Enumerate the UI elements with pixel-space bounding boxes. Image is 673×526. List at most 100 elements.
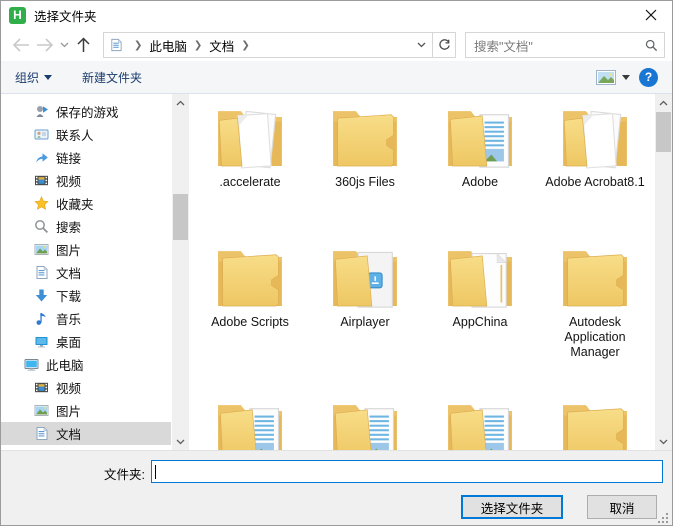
sidebar-item-label: 下载	[56, 290, 82, 304]
videos-icon	[35, 175, 48, 186]
sidebar-item-2[interactable]: 链接	[1, 146, 171, 169]
folder-item[interactable]: 360js Files	[312, 102, 418, 190]
sidebar-item-label: 此电脑	[46, 359, 84, 373]
new-folder-button[interactable]: 新建文件夹	[82, 69, 142, 86]
folder-item[interactable]: AppChina	[427, 242, 533, 330]
breadcrumb-item[interactable]: 文档	[209, 36, 234, 55]
sidebar-item-14[interactable]: 文档	[1, 422, 171, 445]
sidebar-item-13[interactable]: 图片	[1, 399, 171, 422]
breadcrumb: ❯ 此电脑 ❯ 文档 ❯	[127, 33, 410, 57]
search-icon[interactable]	[645, 39, 658, 52]
folder-item[interactable]: Adobe Acrobat8.1	[542, 102, 648, 190]
sidebar-item-11[interactable]: 此电脑	[1, 353, 171, 376]
folder-item-partial[interactable]	[197, 396, 303, 450]
forward-button[interactable]	[33, 33, 57, 57]
thumbnail-view-icon	[596, 69, 616, 85]
recent-locations-button[interactable]	[57, 33, 71, 57]
folder-item[interactable]: Adobe	[427, 102, 533, 190]
sidebar-item-1[interactable]: 联系人	[1, 123, 171, 146]
folder-item[interactable]: Airplayer	[312, 242, 418, 330]
folder-name: AppChina	[452, 315, 508, 329]
folder-name: Autodesk Application Manager	[564, 315, 626, 359]
cancel-button[interactable]: 取消	[587, 495, 657, 519]
scroll-down-icon[interactable]	[655, 433, 672, 450]
toolbar-right-group: ?	[596, 67, 658, 87]
dropdown-triangle-icon	[622, 74, 630, 80]
help-button[interactable]: ?	[639, 67, 658, 87]
scroll-up-icon[interactable]	[172, 94, 189, 111]
back-button[interactable]	[9, 33, 33, 57]
sidebar-item-8[interactable]: 下载	[1, 284, 171, 307]
sidebar-item-label: 链接	[56, 152, 82, 166]
sidebar-item-label: 文档	[56, 267, 82, 281]
sidebar-item-label: 音乐	[56, 313, 82, 327]
address-bar[interactable]: ❯ 此电脑 ❯ 文档 ❯	[103, 32, 456, 58]
refresh-button[interactable]	[432, 33, 455, 57]
close-button[interactable]	[642, 6, 660, 24]
folder-name: .accelerate	[219, 175, 281, 189]
sidebar-item-9[interactable]: 音乐	[1, 307, 171, 330]
sidebar-item-7[interactable]: 文档	[1, 261, 171, 284]
breadcrumb-item[interactable]: 此电脑	[149, 36, 187, 55]
folder-item[interactable]: .accelerate	[197, 102, 303, 190]
select-folder-button[interactable]: 选择文件夹	[461, 495, 563, 519]
title-bar: H 选择文件夹	[1, 1, 672, 29]
sidebar-item-3[interactable]: 视频	[1, 169, 171, 192]
sidebar-item-label: 视频	[56, 175, 82, 189]
navigation-bar: ❯ 此电脑 ❯ 文档 ❯ 搜索"文档"	[1, 29, 672, 61]
sidebar-item-label: 联系人	[56, 129, 94, 143]
sidebar-item-4[interactable]: 收藏夹	[1, 192, 171, 215]
text-caret	[155, 464, 156, 479]
folder-item-partial[interactable]	[312, 396, 418, 450]
pictures-icon	[34, 244, 49, 255]
dialog-footer: 文件夹: 选择文件夹 取消	[1, 450, 672, 525]
folder-grid: .accelerate 360js Files Adobe Adobe Acro…	[191, 94, 672, 450]
sidebar-item-5[interactable]: 搜索	[1, 215, 171, 238]
change-view-button[interactable]	[596, 69, 630, 85]
dropdown-triangle-icon	[44, 74, 53, 80]
up-button[interactable]	[71, 33, 95, 57]
sidebar-scrollbar[interactable]	[172, 94, 189, 450]
folder-name-input[interactable]	[151, 460, 663, 483]
sidebar-item-0[interactable]: 保存的游戏	[1, 100, 171, 123]
breadcrumb-separator-icon: ❯	[134, 39, 143, 51]
videos-icon	[35, 382, 48, 393]
folder-name: Airplayer	[340, 315, 390, 329]
links-icon	[36, 153, 48, 163]
favorites-icon	[34, 196, 49, 210]
chevron-down-icon	[417, 42, 425, 48]
back-arrow-icon	[12, 38, 29, 52]
folder-name: Adobe Scripts	[211, 315, 289, 329]
organize-label: 组织	[15, 70, 40, 85]
breadcrumb-separator-icon: ❯	[241, 39, 250, 51]
refresh-icon	[438, 38, 450, 50]
folder-item-partial[interactable]	[542, 396, 648, 450]
folder-item-partial[interactable]	[427, 396, 533, 450]
scroll-up-icon[interactable]	[655, 94, 672, 111]
main-scroll-thumb[interactable]	[656, 112, 671, 152]
sidebar-item-12[interactable]: 视频	[1, 376, 171, 399]
main-scrollbar[interactable]	[655, 94, 672, 450]
folder-name: 360js Files	[335, 175, 395, 189]
sidebar-item-label: 桌面	[56, 336, 82, 350]
location-document-icon	[109, 37, 123, 53]
documents-icon	[36, 265, 48, 279]
folder-name: Adobe	[461, 175, 499, 189]
address-dropdown-button[interactable]	[410, 33, 432, 57]
desktop-icon	[35, 337, 48, 348]
folder-item[interactable]: Adobe Scripts	[197, 242, 303, 330]
resize-grip[interactable]	[658, 513, 669, 524]
up-arrow-icon	[76, 37, 90, 52]
new-folder-label: 新建文件夹	[82, 70, 143, 85]
search-box[interactable]: 搜索"文档"	[465, 32, 665, 58]
this-pc-icon	[24, 359, 39, 371]
sidebar-item-label: 图片	[56, 244, 82, 258]
breadcrumb-separator-icon: ❯	[193, 39, 203, 51]
organize-menu-button[interactable]: 组织	[15, 69, 53, 86]
sidebar-item-10[interactable]: 桌面	[1, 330, 171, 353]
sidebar-item-label: 视频	[56, 382, 82, 396]
folder-item[interactable]: Autodesk Application Manager	[542, 242, 648, 360]
sidebar-scroll-thumb[interactable]	[173, 194, 188, 240]
scroll-down-icon[interactable]	[172, 433, 189, 450]
sidebar-item-6[interactable]: 图片	[1, 238, 171, 261]
